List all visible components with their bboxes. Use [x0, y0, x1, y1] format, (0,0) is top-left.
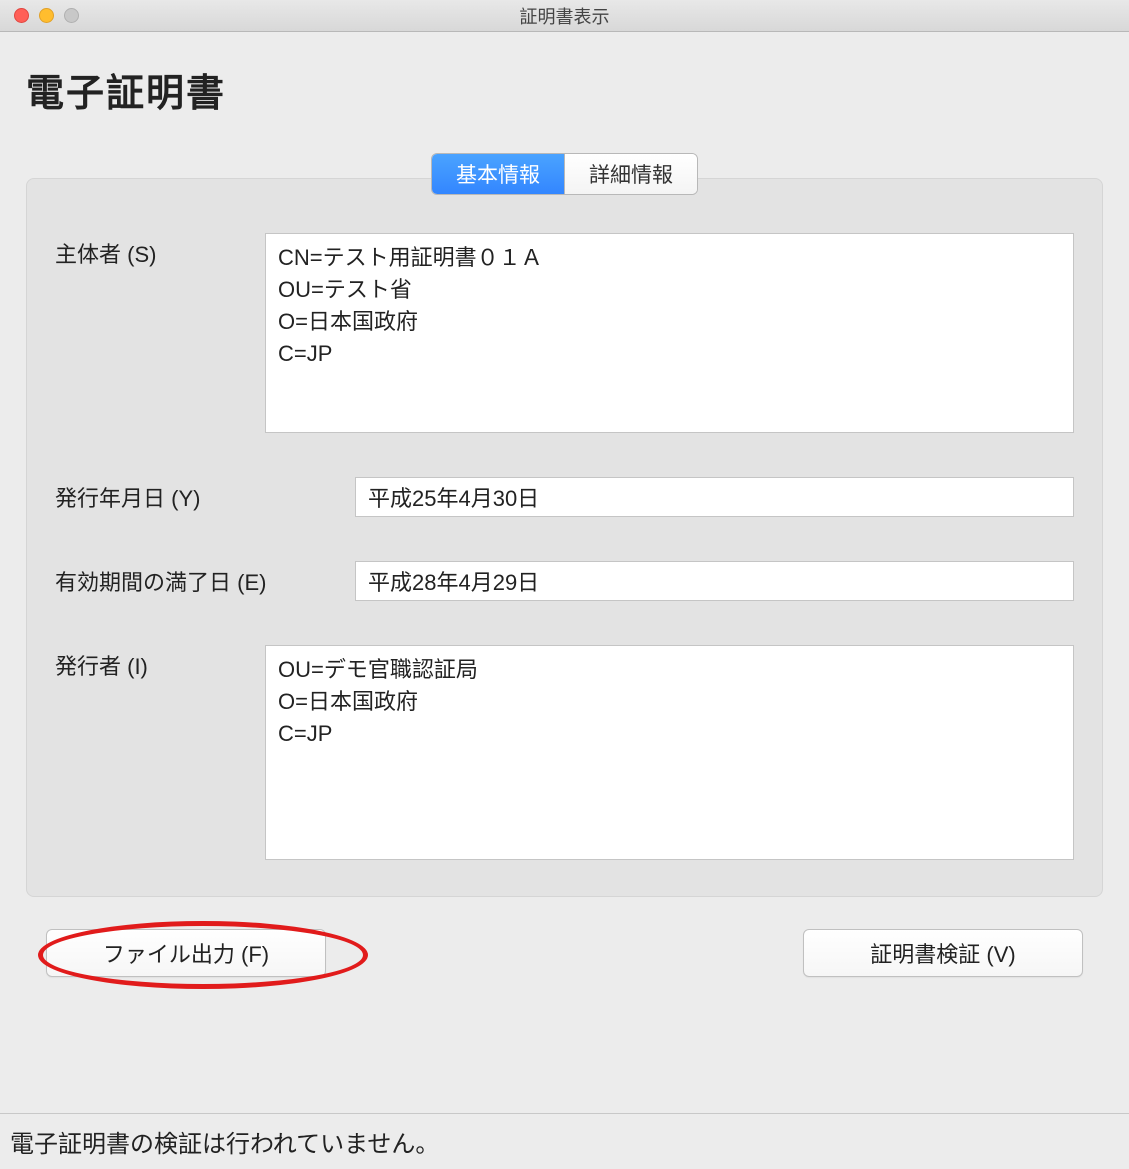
subject-value[interactable]: CN=テスト用証明書０１Ａ OU=テスト省 O=日本国政府 C=JP	[265, 233, 1074, 433]
traffic-lights	[0, 8, 79, 23]
file-output-button[interactable]: ファイル出力 (F)	[46, 929, 326, 977]
issuer-value[interactable]: OU=デモ官職認証局 O=日本国政府 C=JP	[265, 645, 1074, 860]
tab-detail-info[interactable]: 詳細情報	[565, 154, 697, 194]
field-issued-date: 発行年月日 (Y) 平成25年4月30日	[55, 477, 1074, 517]
status-bar: 電子証明書の検証は行われていません。	[0, 1113, 1129, 1169]
basic-info-panel: 主体者 (S) CN=テスト用証明書０１Ａ OU=テスト省 O=日本国政府 C=…	[26, 178, 1103, 897]
window-title: 証明書表示	[520, 3, 610, 29]
certificate-display-window: 証明書表示 電子証明書 基本情報 詳細情報 主体者 (S) CN=テスト用証明書…	[0, 0, 1129, 1169]
expiry-date-value[interactable]: 平成28年4月29日	[355, 561, 1074, 601]
field-subject: 主体者 (S) CN=テスト用証明書０１Ａ OU=テスト省 O=日本国政府 C=…	[55, 233, 1074, 433]
issuer-label: 発行者 (I)	[55, 645, 265, 860]
minimize-window-button[interactable]	[39, 8, 54, 23]
content-area: 電子証明書 基本情報 詳細情報 主体者 (S) CN=テスト用証明書０１Ａ OU…	[0, 32, 1129, 1113]
issued-date-value[interactable]: 平成25年4月30日	[355, 477, 1074, 517]
expiry-date-label: 有効期間の満了日 (E)	[55, 561, 355, 601]
tabs-container: 基本情報 詳細情報	[26, 153, 1103, 195]
tab-basic-info[interactable]: 基本情報	[432, 154, 565, 194]
page-title: 電子証明書	[26, 62, 1103, 117]
close-window-button[interactable]	[14, 8, 29, 23]
titlebar: 証明書表示	[0, 0, 1129, 32]
subject-label: 主体者 (S)	[55, 233, 265, 433]
field-expiry-date: 有効期間の満了日 (E) 平成28年4月29日	[55, 561, 1074, 601]
issued-date-label: 発行年月日 (Y)	[55, 477, 355, 517]
segmented-control: 基本情報 詳細情報	[431, 153, 698, 195]
button-row: ファイル出力 (F) 証明書検証 (V)	[26, 897, 1103, 997]
verify-certificate-button[interactable]: 証明書検証 (V)	[803, 929, 1083, 977]
field-issuer: 発行者 (I) OU=デモ官職認証局 O=日本国政府 C=JP	[55, 645, 1074, 860]
maximize-window-button	[64, 8, 79, 23]
